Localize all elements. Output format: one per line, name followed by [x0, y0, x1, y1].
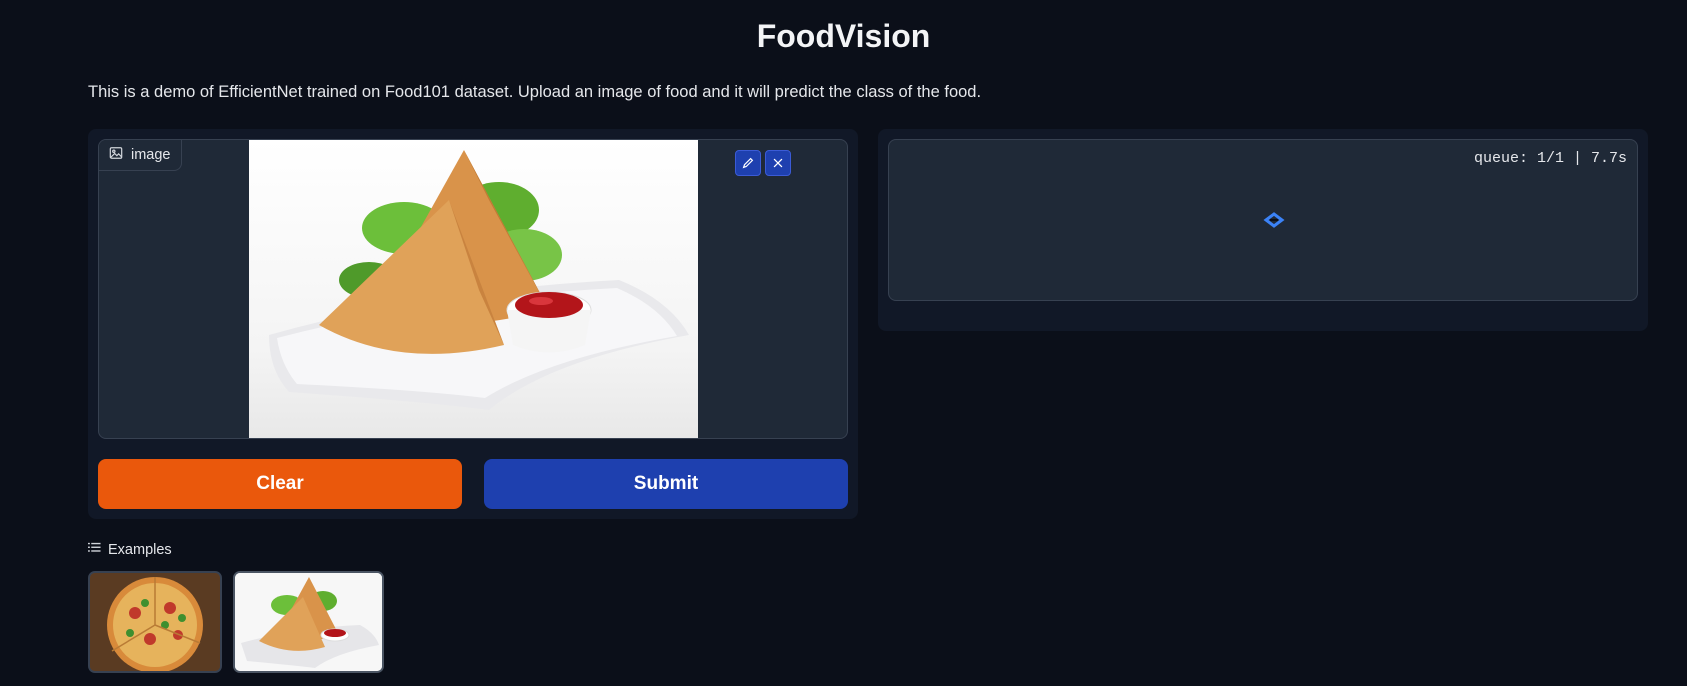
list-icon: [88, 541, 101, 558]
examples-header: Examples: [88, 541, 172, 558]
example-thumbnail-pizza[interactable]: [88, 571, 222, 673]
edit-icon: [742, 157, 754, 169]
image-label-text: image: [131, 147, 171, 163]
output-panel: queue: 1/1 | 7.7s: [878, 129, 1648, 331]
input-panel: image Clear Submit: [88, 129, 858, 519]
edit-button[interactable]: [735, 150, 761, 176]
example-thumbnail-samosa[interactable]: [233, 571, 384, 673]
remove-image-button[interactable]: [765, 150, 791, 176]
output-area: queue: 1/1 | 7.7s: [888, 139, 1638, 301]
uploaded-food-image: [249, 140, 698, 438]
examples-label-text: Examples: [108, 541, 172, 558]
close-icon: [773, 158, 783, 168]
clear-button[interactable]: Clear: [98, 459, 462, 509]
submit-button[interactable]: Submit: [484, 459, 848, 509]
queue-status: queue: 1/1 | 7.7s: [1473, 150, 1627, 167]
page-title: FoodVision: [756, 18, 931, 54]
loading-icon: [1263, 212, 1285, 228]
page-description: This is a demo of EfficientNet trained o…: [88, 83, 982, 101]
image-upload-area[interactable]: image: [98, 139, 848, 439]
image-label-tag: image: [99, 140, 182, 171]
image-icon: [109, 146, 123, 164]
